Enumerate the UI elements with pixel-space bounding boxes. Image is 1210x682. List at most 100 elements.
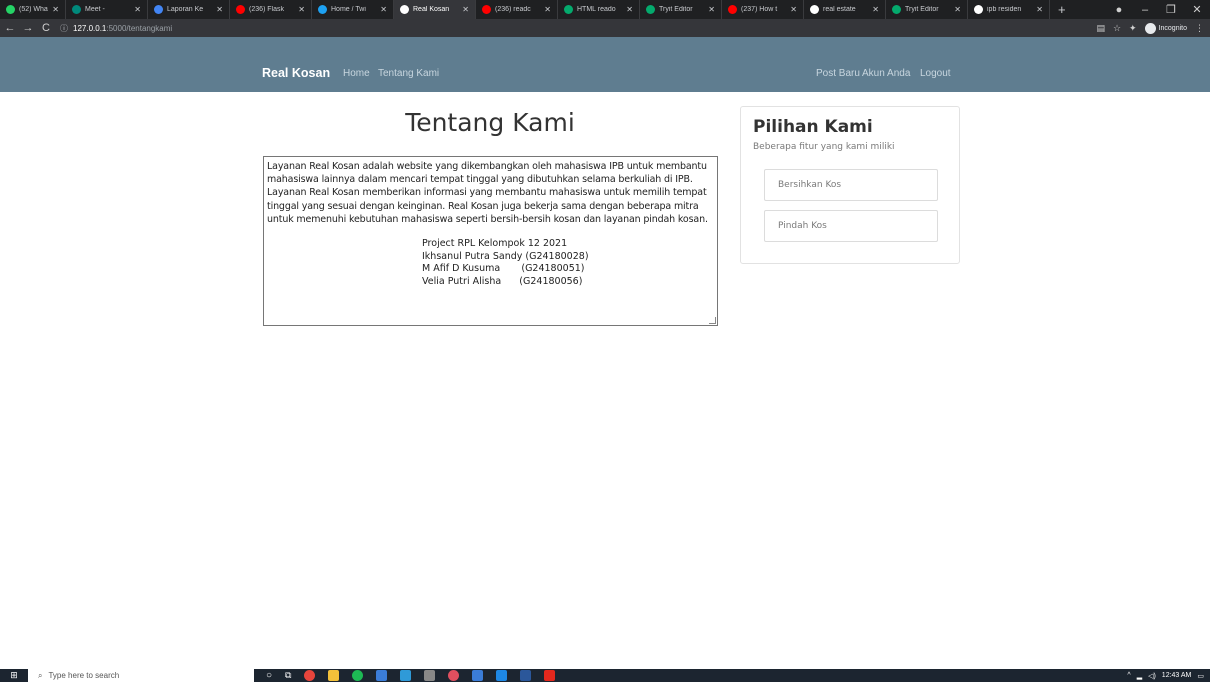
app-icon[interactable] [472, 670, 484, 681]
tab-title: ipb residen [987, 6, 1022, 13]
tab-close-icon[interactable]: ✕ [380, 5, 387, 14]
browser-tab[interactable]: Laporan Ke ✕ [148, 0, 230, 19]
browser-tab[interactable]: (52) WhatsA ✕ [0, 0, 66, 19]
vscode-icon[interactable] [496, 670, 508, 681]
system-tray: ^ ▂ ◁) 12:43 AM ▭ [1127, 669, 1204, 682]
page-title: Tentang Kami [405, 108, 575, 137]
browser-tab[interactable]: (236) readc ✕ [476, 0, 558, 19]
browser-tab[interactable]: HTML reado ✕ [558, 0, 640, 19]
about-text: Layanan Real Kosan adalah website yang d… [267, 161, 708, 225]
tab-title: (236) readc [495, 6, 531, 13]
taskbar-search[interactable]: ⌕ Type here to search [28, 669, 254, 682]
browser-menu-icon[interactable]: ⋮ [1195, 23, 1204, 34]
nav-link-tentang-kami[interactable]: Tentang Kami [378, 68, 439, 79]
chrome-icon[interactable] [304, 670, 316, 681]
bersihkan-kos-button[interactable]: Bersihkan Kos [764, 169, 938, 201]
tab-close-icon[interactable]: ✕ [52, 5, 59, 14]
browser-tab[interactable]: Real Kosan ✕ [394, 0, 476, 19]
chrome-profile-icon[interactable]: ● [1106, 4, 1132, 16]
file-explorer-icon[interactable] [328, 670, 340, 681]
browser-tab[interactable]: real estate ✕ [804, 0, 886, 19]
browser-tab-strip: (52) WhatsA✕Meet -✕Laporan Ke✕(236) Flas… [0, 0, 1210, 19]
features-subtitle: Beberapa fitur yang kami miliki [753, 142, 895, 152]
tab-close-icon[interactable]: ✕ [872, 5, 879, 14]
tab-favicon-icon [482, 5, 491, 14]
nav-link-home[interactable]: Home [343, 68, 370, 79]
browser-tab[interactable]: Tryit Editor ✕ [640, 0, 722, 19]
incognito-icon [1144, 22, 1156, 34]
tab-close-icon[interactable]: ✕ [544, 5, 551, 14]
about-textarea[interactable]: Layanan Real Kosan adalah website yang d… [263, 156, 718, 326]
app-icon[interactable] [376, 670, 388, 681]
tab-favicon-icon [318, 5, 327, 14]
restore-button[interactable]: ❐ [1158, 3, 1184, 16]
features-card: Pilihan Kami Beberapa fitur yang kami mi… [740, 106, 960, 264]
network-icon[interactable]: ▂ [1137, 672, 1142, 680]
back-icon[interactable]: ← [2, 22, 18, 34]
reading-mode-icon[interactable]: ▤ [1096, 23, 1105, 34]
extensions-icon[interactable]: ✦ [1129, 23, 1137, 34]
bookmark-star-icon[interactable]: ☆ [1113, 23, 1121, 34]
browser-tab[interactable]: ipb residen ✕ [968, 0, 1050, 19]
credit-line: Ikhsanul Putra Sandy (G24180028) [422, 250, 589, 262]
tab-title: (237) How t [741, 6, 778, 13]
app-icon[interactable] [400, 670, 412, 681]
new-tab-button[interactable]: + [1050, 2, 1074, 17]
tab-close-icon[interactable]: ✕ [626, 5, 633, 14]
resize-handle[interactable] [709, 317, 716, 324]
windows-start-icon[interactable]: ⊞ [0, 669, 28, 682]
tab-title: real estate [823, 6, 856, 13]
incognito-label: Incognito [1158, 24, 1187, 32]
url-field[interactable]: ⓘ 127.0.0.1:5000/tentangkami [60, 23, 172, 34]
tab-title: Real Kosan [413, 6, 450, 13]
nav-link-post-baru[interactable]: Post Baru [816, 68, 860, 79]
tab-close-icon[interactable]: ✕ [298, 5, 305, 14]
tab-favicon-icon [974, 5, 983, 14]
tab-close-icon[interactable]: ✕ [462, 5, 469, 14]
word-icon[interactable] [520, 670, 532, 681]
tab-close-icon[interactable]: ✕ [790, 5, 797, 14]
incognito-badge[interactable]: Incognito [1144, 22, 1187, 34]
minimize-button[interactable]: – [1132, 4, 1158, 16]
reload-icon[interactable]: C [38, 22, 54, 34]
browser-tab[interactable]: (237) How t ✕ [722, 0, 804, 19]
tab-close-icon[interactable]: ✕ [134, 5, 141, 14]
app-icon[interactable] [448, 670, 460, 681]
cortana-icon[interactable]: ○ [266, 670, 272, 681]
tray-chevron-icon[interactable]: ^ [1127, 672, 1130, 679]
task-view-icon[interactable]: ⧉ [285, 670, 291, 681]
nav-link-logout[interactable]: Logout [920, 68, 951, 79]
tab-title: Home / Twi [331, 6, 366, 13]
nav-link-akun-anda[interactable]: Akun Anda [862, 68, 910, 79]
taskbar-search-placeholder: Type here to search [48, 671, 120, 680]
tab-close-icon[interactable]: ✕ [708, 5, 715, 14]
spotify-icon[interactable] [352, 670, 364, 681]
tab-title: Tryit Editor [905, 6, 939, 13]
volume-icon[interactable]: ◁) [1148, 672, 1156, 680]
credits: Project RPL Kelompok 12 2021 Ikhsanul Pu… [267, 238, 714, 288]
tab-favicon-icon [72, 5, 81, 14]
browser-tab[interactable]: Home / Twi ✕ [312, 0, 394, 19]
close-window-button[interactable]: ✕ [1184, 3, 1210, 16]
tab-close-icon[interactable]: ✕ [1036, 5, 1043, 14]
tab-close-icon[interactable]: ✕ [954, 5, 961, 14]
site-info-icon[interactable]: ⓘ [60, 23, 68, 34]
clock-time[interactable]: 12:43 AM [1162, 672, 1192, 679]
forward-icon[interactable]: → [20, 22, 36, 34]
tab-favicon-icon [564, 5, 573, 14]
brand-logo[interactable]: Real Kosan [262, 66, 330, 80]
tab-close-icon[interactable]: ✕ [216, 5, 223, 14]
notifications-icon[interactable]: ▭ [1197, 672, 1204, 680]
browser-tab[interactable]: Meet - ✕ [66, 0, 148, 19]
site-navbar [0, 37, 1210, 92]
windows-taskbar: ⊞ ⌕ Type here to search ○ ⧉ ^ ▂ ◁) 12:43… [0, 669, 1210, 682]
acrobat-icon[interactable] [544, 670, 556, 681]
tab-title: Tryit Editor [659, 6, 693, 13]
tab-favicon-icon [154, 5, 163, 14]
tab-title: (236) Flask [249, 6, 285, 13]
credit-line: Velia Putri Alisha (G24180056) [422, 275, 583, 287]
calculator-icon[interactable] [424, 670, 436, 681]
browser-tab[interactable]: Tryit Editor ✕ [886, 0, 968, 19]
pindah-kos-button[interactable]: Pindah Kos [764, 210, 938, 242]
browser-tab[interactable]: (236) Flask ✕ [230, 0, 312, 19]
